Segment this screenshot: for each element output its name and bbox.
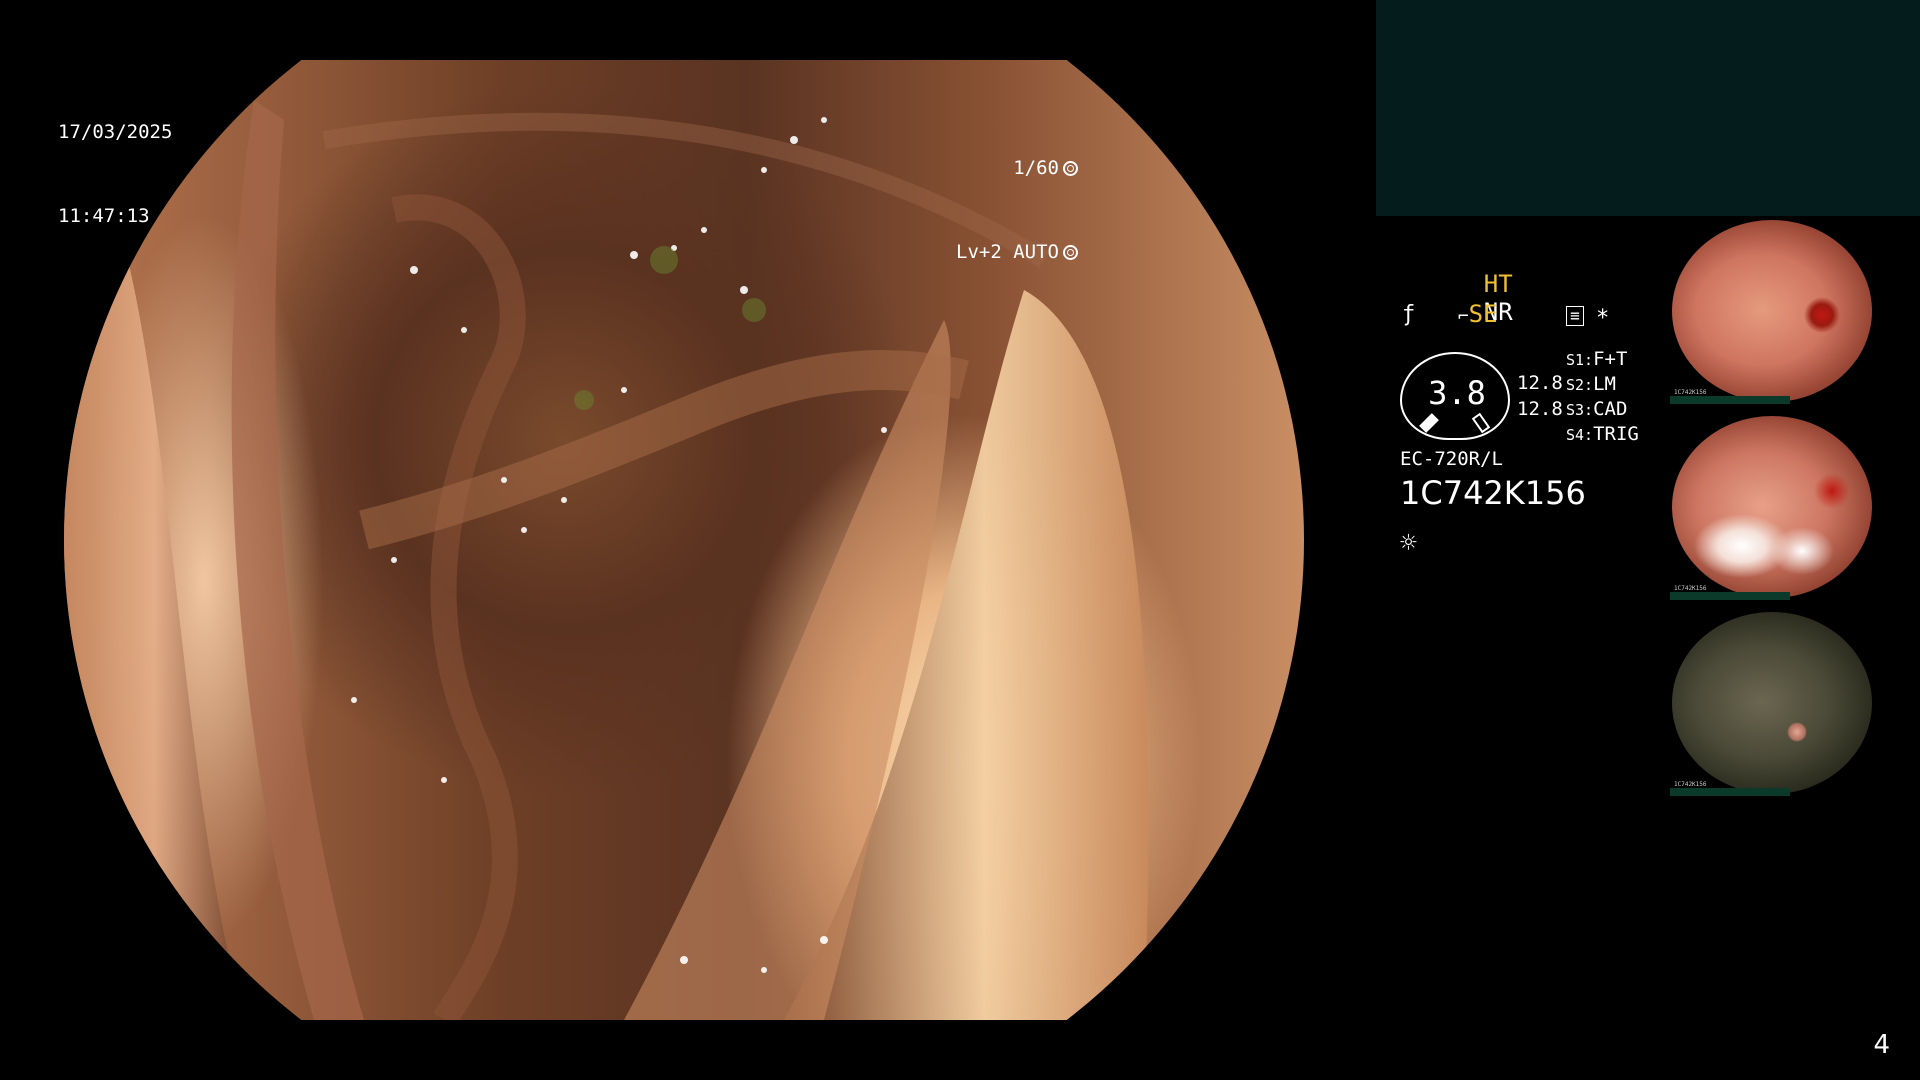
shutter-speed: 1/60 [1013, 157, 1059, 179]
value-lower: 12.8 [1517, 398, 1563, 420]
time-text: 11:47:13 [58, 205, 150, 227]
switch-s4: S4:TRIG [1566, 423, 1639, 445]
thumbnail-bar [1670, 396, 1790, 404]
endoscopy-view [64, 60, 1304, 1020]
light-level: Lv+2 AUTO [956, 241, 1059, 263]
zoom-gauge: 3.8 [1400, 352, 1510, 440]
thumbnail-1[interactable]: 1C742K156 [1670, 218, 1874, 408]
switch-s3: S3:CAD [1566, 398, 1628, 420]
enhance-icon: ⌐ [1457, 306, 1469, 327]
thumbnail-3[interactable]: 1C742K156 [1670, 610, 1874, 800]
thumbnail-image [1672, 416, 1872, 598]
thumbnail-image [1672, 220, 1872, 402]
asterisk-marker: * [1596, 306, 1610, 331]
date-time-display: 17/03/2025 11:47:13 [58, 62, 172, 258]
mucosa-folds [64, 60, 1149, 1020]
switch-s1: S1:F+T [1566, 348, 1628, 370]
aperture-icon [1063, 160, 1078, 176]
settings-panel: HT NR ⌐SE ƒ ≡ * 3.8 12.8 12.8 S1:F+T S2:… [1400, 240, 1650, 580]
thumbnail-label: 1C742K156 [1674, 781, 1707, 788]
scope-model: EC-720R/L [1400, 448, 1503, 470]
date-text: 17/03/2025 [58, 121, 173, 143]
thumbnail-bar [1670, 788, 1790, 796]
gauge-value: 3.8 [1428, 374, 1486, 412]
freeze-icon: ƒ [1402, 302, 1416, 327]
gauge-marker-empty [1471, 412, 1491, 434]
se-indicator: SE [1468, 300, 1498, 328]
memo-icon: ≡ [1566, 306, 1584, 326]
exposure-info: 1/60 Lv+2 AUTO [956, 98, 1078, 294]
value-upper: 12.8 [1517, 372, 1563, 394]
gauge-marker-filled [1419, 413, 1439, 433]
switch-s2: S2:LM [1566, 373, 1616, 395]
thumbnail-bar [1670, 592, 1790, 600]
patient-info-block [1376, 0, 1920, 216]
light-icon: ☼ [1400, 526, 1417, 559]
scope-serial: 1C742K156 [1400, 474, 1586, 512]
thumbnail-2[interactable]: 1C742K156 [1670, 414, 1874, 604]
thumbnail-image [1672, 612, 1872, 794]
thumbnail-label: 1C742K156 [1674, 585, 1707, 592]
thumbnail-label: 1C742K156 [1674, 389, 1707, 396]
target-icon [1063, 244, 1078, 260]
page-number: 4 [1873, 1030, 1890, 1060]
